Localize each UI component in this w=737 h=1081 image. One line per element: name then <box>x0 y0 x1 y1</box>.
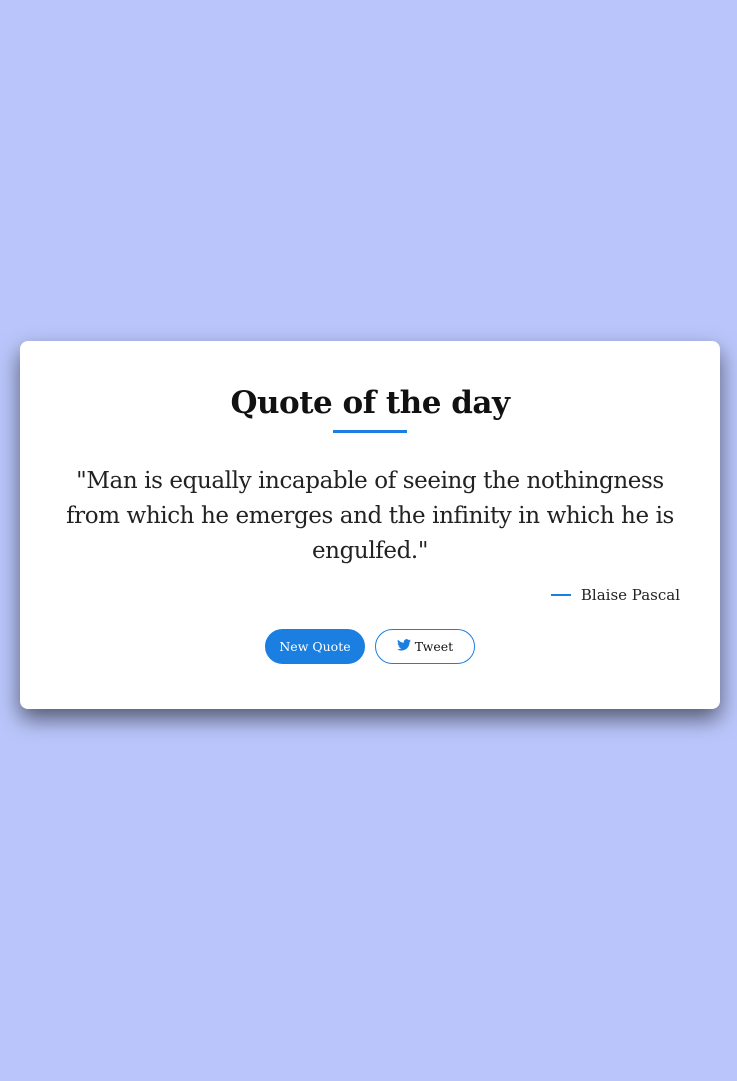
author-dash <box>550 594 571 596</box>
new-quote-button-label: New Quote <box>279 639 351 654</box>
button-group: New Quote Tweet <box>20 629 720 664</box>
tweet-button-label: Tweet <box>414 639 454 654</box>
quote-author: Blaise Pascal <box>580 586 680 604</box>
card-title: Quote of the day <box>230 385 510 421</box>
quote-text: "Man is equally incapable of seeing the … <box>66 468 674 564</box>
quote-card: Quote of the day "Man is equally incapab… <box>20 341 720 709</box>
title-underline <box>333 430 407 433</box>
new-quote-button[interactable]: New Quote <box>265 629 365 664</box>
author-row: Blaise Pascal <box>550 584 680 606</box>
twitter-bird-icon <box>396 639 411 651</box>
tweet-button[interactable]: Tweet <box>375 629 475 664</box>
